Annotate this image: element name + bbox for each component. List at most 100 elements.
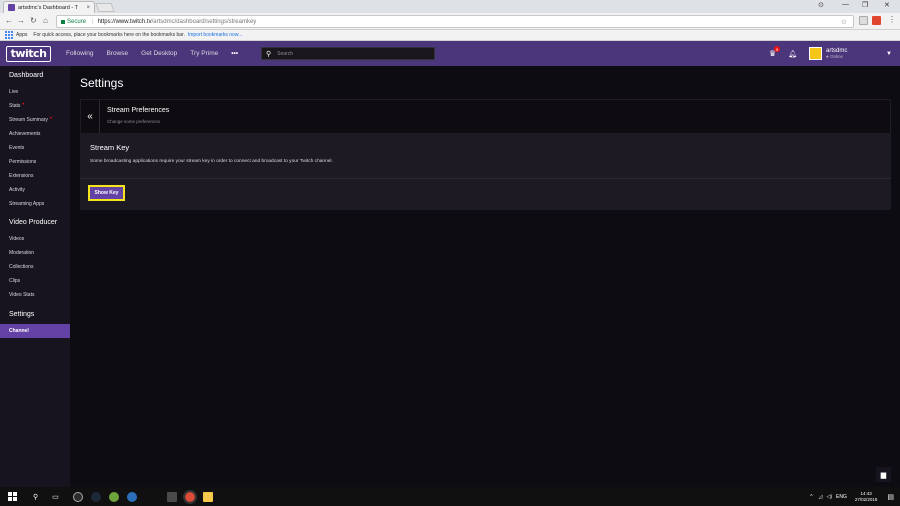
avatar[interactable] — [809, 47, 823, 60]
sidebar-item-label: Stats — [9, 103, 21, 109]
sidebar-section-dashboard[interactable]: Dashboard — [0, 72, 70, 85]
steam-app-icon[interactable] — [90, 491, 101, 502]
app-icon-green[interactable] — [108, 491, 119, 502]
sidebar-item-label: Video Stats — [9, 292, 35, 298]
twitch-top-nav: twitch Following Browse Get Desktop Try … — [0, 41, 900, 66]
extension-icon[interactable] — [859, 16, 868, 25]
clock[interactable]: 14:43 27/02/2018 — [855, 491, 878, 503]
nav-get-desktop[interactable]: Get Desktop — [141, 50, 177, 57]
main-content: Settings « Stream Preferences Change som… — [70, 66, 900, 487]
network-icon[interactable]: ◿ — [819, 494, 823, 500]
lock-icon — [61, 19, 65, 24]
sidebar-item-events[interactable]: Events — [0, 141, 70, 155]
obs-app-icon[interactable] — [72, 491, 83, 502]
user-profile-icon[interactable]: ⊙ — [818, 1, 824, 9]
browser-tab[interactable]: artsdmc's Dashboard - T × — [3, 1, 95, 13]
apps-grid-icon[interactable] — [5, 31, 13, 39]
volume-icon[interactable]: ◁) — [826, 494, 832, 500]
clock-date: 27/02/2018 — [854, 496, 878, 502]
sidebar-item-achievements[interactable]: Achievements — [0, 127, 70, 141]
sidebar-item-label: Videos — [9, 236, 25, 242]
language-indicator[interactable]: ENG — [836, 494, 847, 500]
action-center-icon[interactable]: ▤ — [887, 493, 894, 501]
stream-key-description: Some broadcasting applications require y… — [90, 159, 333, 164]
whisper-chat-icon[interactable]: ▆ — [876, 467, 891, 482]
sidebar-item-videos[interactable]: Videos — [0, 232, 70, 246]
app-icon-blue[interactable] — [126, 491, 137, 502]
dashboard-sidebar: Dashboard Live Stats • Stream Summary • Ac… — [0, 66, 70, 487]
new-indicator-icon: • — [49, 115, 53, 122]
sidebar-item-permissions[interactable]: Permissions — [0, 155, 70, 169]
back-chevron-icon[interactable]: « — [81, 100, 100, 133]
chrome-app-icon[interactable] — [182, 489, 197, 504]
divider — [80, 178, 891, 179]
prime-crown-icon[interactable]: ♛ 5 — [769, 46, 781, 58]
sidebar-item-moderation[interactable]: Moderation — [0, 246, 70, 260]
apps-link[interactable]: Apps — [16, 32, 27, 38]
sidebar-item-label: Stream Summary — [9, 117, 48, 123]
stream-preferences-header: « Stream Preferences Change some prefere… — [80, 99, 891, 134]
user-status: ● Online — [826, 54, 844, 59]
nav-try-prime[interactable]: Try Prime — [190, 50, 218, 57]
sidebar-item-video-stats[interactable]: Video Stats — [0, 288, 70, 302]
search-icon[interactable]: ⚲ — [33, 493, 38, 501]
sidebar-item-extensions[interactable]: Extensions — [0, 169, 70, 183]
search-input[interactable]: ⚲ Search — [261, 47, 435, 60]
stream-preferences-title: Stream Preferences — [107, 107, 170, 114]
back-arrow-icon[interactable]: ← — [5, 16, 13, 25]
bell-icon[interactable]: 🔔︎ — [788, 50, 797, 58]
twitch-logo[interactable]: twitch — [6, 45, 51, 62]
sidebar-item-label: Clips — [9, 278, 21, 284]
tab-close-icon[interactable]: × — [86, 5, 90, 11]
minimize-button[interactable]: — — [842, 1, 849, 8]
omnibox-separator: | — [92, 18, 94, 25]
sidebar-item-channel[interactable]: Channel — [0, 324, 70, 338]
sidebar-item-stats[interactable]: Stats • — [0, 99, 70, 113]
address-bar-row: ← → ↻ ⌂ Secure | https://www.twitch.tv /… — [0, 13, 900, 30]
bookmark-star-icon[interactable]: ☆ — [841, 18, 847, 26]
sidebar-section-video-producer[interactable]: Video Producer — [0, 219, 70, 232]
nav-right-group: ♛ 5 🔔︎ artsdmc ● Online ▼ — [769, 41, 900, 66]
nav-more-icon[interactable]: ••• — [231, 50, 238, 57]
page-title: Settings — [80, 76, 124, 90]
sidebar-item-label: Achievements — [9, 131, 41, 137]
windows-start-icon[interactable] — [8, 492, 17, 501]
nav-following[interactable]: Following — [66, 50, 93, 57]
file-explorer-icon[interactable] — [202, 491, 213, 502]
sidebar-item-label: Collections — [9, 264, 34, 270]
tray-chevron-up-icon[interactable]: ^ — [810, 494, 812, 500]
twitch-favicon-icon — [8, 4, 15, 11]
top-nav-links: Following Browse Get Desktop Try Prime •… — [66, 50, 251, 57]
forward-arrow-icon[interactable]: → — [17, 16, 25, 25]
tab-title: artsdmc's Dashboard - T — [18, 4, 78, 11]
chevron-down-icon[interactable]: ▼ — [886, 51, 892, 57]
sidebar-item-streaming-apps[interactable]: Streaming Apps — [0, 197, 70, 211]
new-indicator-icon: • — [22, 101, 25, 108]
chrome-menu-icon[interactable]: ⋮ — [888, 15, 896, 24]
url-path: /artsdmc/dashboard/settings/streamkey — [151, 18, 257, 25]
sidebar-item-clips[interactable]: Clips — [0, 274, 70, 288]
app-icon-grey[interactable] — [166, 491, 177, 502]
sidebar-item-live[interactable]: Live — [0, 85, 70, 99]
sidebar-section-settings[interactable]: Settings — [0, 311, 70, 324]
secure-label: Secure — [67, 18, 87, 25]
sidebar-item-label: Moderation — [9, 250, 35, 256]
sidebar-item-label: Streaming Apps — [9, 201, 45, 207]
extension-red-icon[interactable] — [872, 16, 881, 25]
home-icon[interactable]: ⌂ — [43, 16, 48, 25]
reload-icon[interactable]: ↻ — [30, 16, 37, 25]
user-menu[interactable]: artsdmc ● Online — [826, 48, 886, 59]
import-bookmarks-link[interactable]: Import bookmarks now... — [188, 32, 242, 38]
bookmarks-hint: For quick access, place your bookmarks h… — [33, 32, 185, 38]
nav-browse[interactable]: Browse — [106, 50, 128, 57]
sidebar-item-collections[interactable]: Collections — [0, 260, 70, 274]
sidebar-item-stream-summary[interactable]: Stream Summary • — [0, 113, 70, 127]
url-input[interactable]: Secure | https://www.twitch.tv /artsdmc/… — [56, 15, 854, 28]
maximize-button[interactable]: ❐ — [862, 1, 868, 9]
close-window-button[interactable]: ✕ — [884, 1, 890, 9]
new-tab-button[interactable] — [95, 3, 115, 12]
task-view-icon[interactable]: ▭ — [52, 493, 59, 501]
show-key-button[interactable]: Show Key — [88, 185, 125, 201]
sidebar-item-activity[interactable]: Activity — [0, 183, 70, 197]
windows-taskbar: ⚲ ▭ ^ ◿ ◁) ENG 14:43 27/02/2018 ▤ — [0, 487, 900, 506]
